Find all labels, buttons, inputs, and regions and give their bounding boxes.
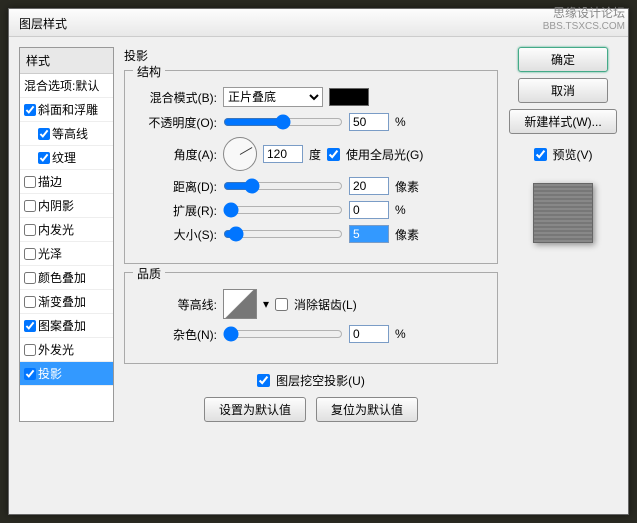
preview-swatch xyxy=(533,183,593,243)
antialias-label: 消除锯齿(L) xyxy=(294,296,357,313)
opacity-input[interactable] xyxy=(349,113,389,131)
sidebar-item-2[interactable]: 等高线 xyxy=(20,122,113,146)
sidebar-item-9[interactable]: 渐变叠加 xyxy=(20,290,113,314)
noise-unit: % xyxy=(395,327,406,341)
sidebar-checkbox-6[interactable] xyxy=(24,224,36,236)
sidebar-item-label: 外发光 xyxy=(38,341,74,358)
opacity-unit: % xyxy=(395,115,406,129)
distance-slider[interactable] xyxy=(223,178,343,194)
noise-slider[interactable] xyxy=(223,326,343,342)
sidebar-item-label: 斜面和浮雕 xyxy=(38,101,98,118)
titlebar: 图层样式 xyxy=(9,9,628,37)
sidebar-item-label: 等高线 xyxy=(52,125,88,142)
sidebar-item-label: 投影 xyxy=(38,365,62,382)
sidebar-item-label: 颜色叠加 xyxy=(38,269,86,286)
sidebar-item-6[interactable]: 内发光 xyxy=(20,218,113,242)
spread-slider[interactable] xyxy=(223,202,343,218)
sidebar-item-label: 渐变叠加 xyxy=(38,293,86,310)
sidebar-item-8[interactable]: 颜色叠加 xyxy=(20,266,113,290)
sidebar-item-7[interactable]: 光泽 xyxy=(20,242,113,266)
sidebar-item-12[interactable]: 投影 xyxy=(20,362,113,386)
window-title: 图层样式 xyxy=(19,17,67,31)
angle-input[interactable] xyxy=(263,145,303,163)
sidebar-item-4[interactable]: 描边 xyxy=(20,170,113,194)
sidebar-item-3[interactable]: 纹理 xyxy=(20,146,113,170)
sidebar-item-10[interactable]: 图案叠加 xyxy=(20,314,113,338)
sidebar-checkbox-2[interactable] xyxy=(38,128,50,140)
panel-heading: 投影 xyxy=(124,47,498,64)
sidebar-checkbox-4[interactable] xyxy=(24,176,36,188)
sidebar-item-label: 纹理 xyxy=(52,149,76,166)
sidebar-checkbox-9[interactable] xyxy=(24,296,36,308)
quality-title: 品质 xyxy=(133,265,165,282)
angle-label: 角度(A): xyxy=(137,146,217,163)
angle-unit: 度 xyxy=(309,146,321,163)
quality-group: 品质 等高线: ▾ 消除锯齿(L) 杂色(N): % xyxy=(124,272,498,364)
right-panel: 确定 取消 新建样式(W)... 预览(V) xyxy=(508,47,618,422)
size-label: 大小(S): xyxy=(137,226,217,243)
styles-sidebar: 样式 混合选项:默认斜面和浮雕等高线纹理描边内阴影内发光光泽颜色叠加渐变叠加图案… xyxy=(19,47,114,422)
distance-label: 距离(D): xyxy=(137,178,217,195)
shadow-color-swatch[interactable] xyxy=(329,88,369,106)
noise-label: 杂色(N): xyxy=(137,326,217,343)
layer-style-dialog: 图层样式 样式 混合选项:默认斜面和浮雕等高线纹理描边内阴影内发光光泽颜色叠加渐… xyxy=(8,8,629,515)
spread-input[interactable] xyxy=(349,201,389,219)
structure-group: 结构 混合模式(B): 正片叠底 不透明度(O): % 角度(A): 度 xyxy=(124,70,498,264)
distance-unit: 像素 xyxy=(395,178,419,195)
global-light-checkbox[interactable] xyxy=(327,148,340,161)
sidebar-item-1[interactable]: 斜面和浮雕 xyxy=(20,98,113,122)
sidebar-checkbox-1[interactable] xyxy=(24,104,36,116)
sidebar-checkbox-8[interactable] xyxy=(24,272,36,284)
preview-checkbox[interactable] xyxy=(534,148,547,161)
global-light-label: 使用全局光(G) xyxy=(346,146,423,163)
spread-unit: % xyxy=(395,203,406,217)
main-panel: 投影 结构 混合模式(B): 正片叠底 不透明度(O): % 角度(A): xyxy=(124,47,498,422)
distance-input[interactable] xyxy=(349,177,389,195)
cancel-button[interactable]: 取消 xyxy=(518,78,608,103)
sidebar-checkbox-11[interactable] xyxy=(24,344,36,356)
sidebar-checkbox-7[interactable] xyxy=(24,248,36,260)
sidebar-item-5[interactable]: 内阴影 xyxy=(20,194,113,218)
reset-default-button[interactable]: 复位为默认值 xyxy=(316,397,418,422)
sidebar-item-label: 内阴影 xyxy=(38,197,74,214)
sidebar-item-label: 混合选项:默认 xyxy=(24,77,99,94)
sidebar-item-0[interactable]: 混合选项:默认 xyxy=(20,74,113,98)
knockout-checkbox[interactable] xyxy=(257,374,270,387)
size-slider[interactable] xyxy=(223,226,343,242)
sidebar-item-label: 描边 xyxy=(38,173,62,190)
contour-label: 等高线: xyxy=(137,296,217,313)
blend-mode-select[interactable]: 正片叠底 xyxy=(223,87,323,107)
knockout-label: 图层挖空投影(U) xyxy=(276,372,365,389)
sidebar-checkbox-10[interactable] xyxy=(24,320,36,332)
sidebar-item-label: 光泽 xyxy=(38,245,62,262)
opacity-label: 不透明度(O): xyxy=(137,114,217,131)
sidebar-item-label: 内发光 xyxy=(38,221,74,238)
sidebar-item-label: 图案叠加 xyxy=(38,317,86,334)
watermark: 思缘设计论坛 BBS.TSXCS.COM xyxy=(543,4,625,32)
ok-button[interactable]: 确定 xyxy=(518,47,608,72)
sidebar-checkbox-5[interactable] xyxy=(24,200,36,212)
chevron-down-icon[interactable]: ▾ xyxy=(263,297,269,311)
sidebar-item-11[interactable]: 外发光 xyxy=(20,338,113,362)
antialias-checkbox[interactable] xyxy=(275,298,288,311)
sidebar-checkbox-3[interactable] xyxy=(38,152,50,164)
sidebar-checkbox-12[interactable] xyxy=(24,368,36,380)
blend-mode-label: 混合模式(B): xyxy=(137,89,217,106)
noise-input[interactable] xyxy=(349,325,389,343)
angle-dial[interactable] xyxy=(223,137,257,171)
opacity-slider[interactable] xyxy=(223,114,343,130)
new-style-button[interactable]: 新建样式(W)... xyxy=(509,109,616,134)
contour-picker[interactable] xyxy=(223,289,257,319)
make-default-button[interactable]: 设置为默认值 xyxy=(204,397,306,422)
size-input[interactable] xyxy=(349,225,389,243)
spread-label: 扩展(R): xyxy=(137,202,217,219)
size-unit: 像素 xyxy=(395,226,419,243)
preview-label: 预览(V) xyxy=(553,146,593,163)
sidebar-header: 样式 xyxy=(20,48,113,74)
structure-title: 结构 xyxy=(133,63,165,80)
